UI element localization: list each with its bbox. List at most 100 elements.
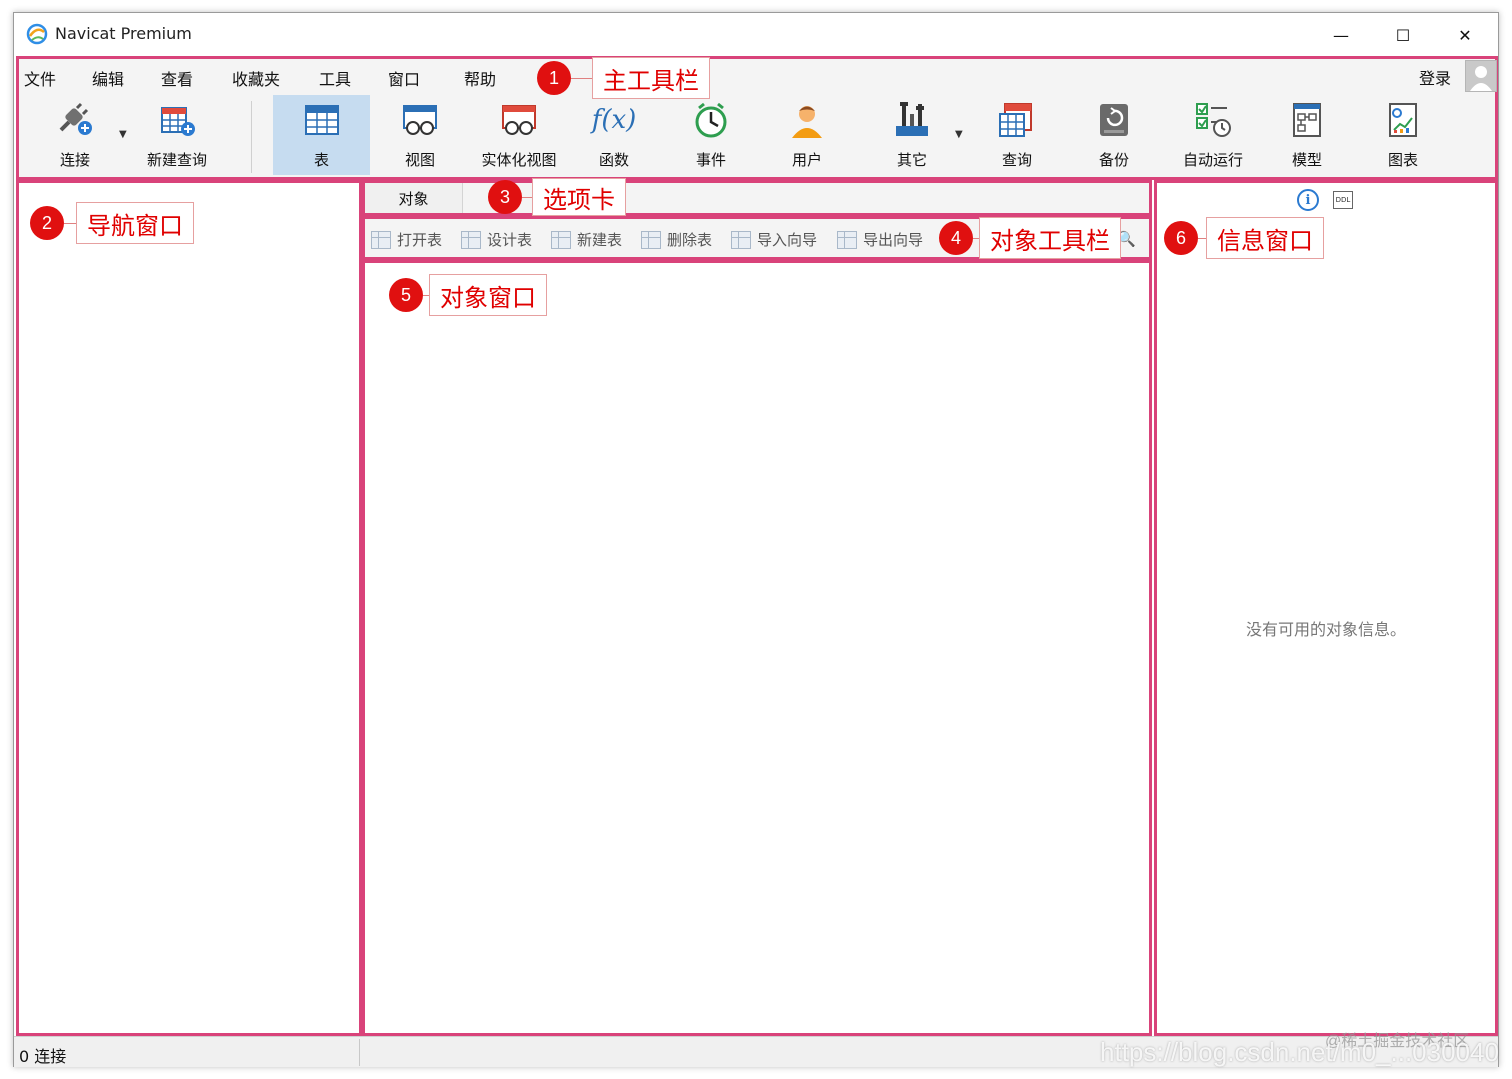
design-table-label: 设计表 (487, 231, 533, 249)
menu-bar: 文件 编辑 查看 收藏夹 工具 窗口 帮助 登录 (19, 59, 1497, 93)
annotation-label-5: 对象窗口 (429, 274, 547, 316)
annotation-connector-2 (64, 223, 76, 224)
automation-icon (1193, 99, 1233, 141)
event-label: 事件 (695, 151, 726, 169)
ddl-icon[interactable]: DDL (1333, 191, 1353, 209)
status-separator (359, 1039, 360, 1066)
annotation-label-1: 主工具栏 (592, 57, 710, 99)
view-label: 视图 (404, 151, 435, 169)
annotation-connector-1 (571, 78, 593, 79)
connection-count: 0 连接 (19, 1047, 67, 1066)
export-wizard-button[interactable]: 导出向导 (837, 229, 923, 250)
maximize-button[interactable]: ☐ (1380, 19, 1426, 51)
other-label: 其它 (896, 151, 927, 169)
user-button[interactable]: 用户 (769, 95, 845, 175)
annotation-label-4: 对象工具栏 (979, 217, 1121, 259)
function-icon: f(x) (591, 105, 637, 135)
annotation-connector-3 (522, 197, 532, 198)
import-wizard-label: 导入向导 (757, 231, 818, 249)
chart-icon (1383, 99, 1423, 141)
connection-icon (55, 99, 95, 141)
menu-view[interactable]: 查看 (161, 66, 193, 90)
export-wizard-label: 导出向导 (863, 231, 924, 249)
annotation-badge-4: 4 (939, 221, 973, 255)
menu-tools[interactable]: 工具 (319, 66, 351, 90)
event-clock-icon (691, 99, 731, 141)
new-query-label: 新建查询 (146, 151, 207, 169)
automation-label: 自动运行 (1182, 151, 1243, 169)
annotation-label-3: 选项卡 (532, 178, 626, 216)
materialized-view-button[interactable]: 实体化视图 (469, 95, 569, 175)
menu-help[interactable]: 帮助 (464, 66, 496, 90)
new-table-button[interactable]: 新建表 (551, 229, 622, 250)
open-table-button[interactable]: 打开表 (371, 229, 442, 250)
menu-favorites[interactable]: 收藏夹 (232, 66, 280, 90)
delete-table-button[interactable]: 删除表 (641, 229, 712, 250)
open-table-icon (371, 230, 391, 249)
user-icon (787, 99, 827, 141)
delete-table-label: 删除表 (667, 231, 713, 249)
navigation-pane[interactable] (16, 180, 362, 1036)
new-query-button[interactable]: 新建查询 (139, 95, 215, 175)
function-label: 函数 (598, 151, 629, 169)
screenshot-page: Navicat Premium — ☐ ✕ 文件 编辑 查看 收藏夹 工具 窗口… (0, 0, 1512, 1079)
user-silhouette-icon (1470, 66, 1492, 91)
table-button[interactable]: 表 (273, 95, 370, 175)
title-bar: Navicat Premium — ☐ ✕ (14, 13, 1498, 56)
new-table-label: 新建表 (577, 231, 623, 249)
main-toolbar: 文件 编辑 查看 收藏夹 工具 窗口 帮助 登录 连接 ▼ 新建查询 表 视图 … (16, 56, 1498, 180)
chart-label: 图表 (1387, 151, 1418, 169)
chart-button[interactable]: 图表 (1365, 95, 1441, 175)
connection-button[interactable]: 连接 (37, 95, 113, 175)
menu-window[interactable]: 窗口 (388, 66, 420, 90)
tab-objects[interactable]: 对象 (365, 183, 463, 213)
query-icon (997, 99, 1037, 141)
other-dropdown-icon[interactable]: ▼ (955, 129, 963, 140)
function-button[interactable]: f(x) 函数 (576, 95, 652, 175)
query-button[interactable]: 查询 (979, 95, 1055, 175)
table-icon (302, 99, 342, 141)
navicat-logo-icon (26, 23, 48, 45)
close-button[interactable]: ✕ (1442, 19, 1488, 51)
design-table-icon (461, 230, 481, 249)
navicat-window: Navicat Premium — ☐ ✕ 文件 编辑 查看 收藏夹 工具 窗口… (13, 12, 1499, 1067)
import-wizard-button[interactable]: 导入向导 (731, 229, 817, 250)
info-icon[interactable]: i (1297, 189, 1319, 211)
annotation-label-6: 信息窗口 (1206, 217, 1324, 259)
connection-dropdown-icon[interactable]: ▼ (119, 129, 127, 140)
model-icon (1287, 99, 1327, 141)
object-window[interactable] (362, 260, 1152, 1036)
toolbar-separator (251, 101, 252, 173)
maximize-icon: ☐ (1395, 25, 1411, 45)
user-label: 用户 (791, 151, 822, 169)
other-button[interactable]: 其它 (874, 95, 950, 175)
annotation-badge-2: 2 (30, 206, 64, 240)
annotation-badge-1: 1 (537, 61, 571, 95)
new-table-icon (551, 230, 571, 249)
design-table-button[interactable]: 设计表 (461, 229, 532, 250)
annotation-badge-5: 5 (389, 278, 423, 312)
model-button[interactable]: 模型 (1269, 95, 1345, 175)
view-button[interactable]: 视图 (381, 95, 459, 175)
annotation-badge-6: 6 (1164, 221, 1198, 255)
materialized-view-label: 实体化视图 (481, 151, 557, 169)
view-icon (400, 99, 440, 141)
info-empty-message: 没有可用的对象信息。 (1245, 620, 1406, 639)
tab-strip: 对象 (362, 180, 1152, 216)
delete-table-icon (641, 230, 661, 249)
login-link[interactable]: 登录 (1419, 65, 1451, 89)
import-wizard-icon (731, 230, 751, 249)
query-label: 查询 (1001, 151, 1032, 169)
event-button[interactable]: 事件 (673, 95, 749, 175)
backup-button[interactable]: 备份 (1076, 95, 1152, 175)
automation-button[interactable]: 自动运行 (1169, 95, 1257, 175)
export-wizard-icon (837, 230, 857, 249)
menu-edit[interactable]: 编辑 (92, 66, 124, 90)
avatar[interactable] (1465, 60, 1497, 92)
connection-label: 连接 (59, 151, 90, 169)
minimize-button[interactable]: — (1318, 19, 1364, 51)
new-query-icon (157, 99, 197, 141)
menu-file[interactable]: 文件 (24, 66, 56, 90)
annotation-label-2: 导航窗口 (76, 202, 194, 244)
tools-icon (892, 99, 932, 141)
